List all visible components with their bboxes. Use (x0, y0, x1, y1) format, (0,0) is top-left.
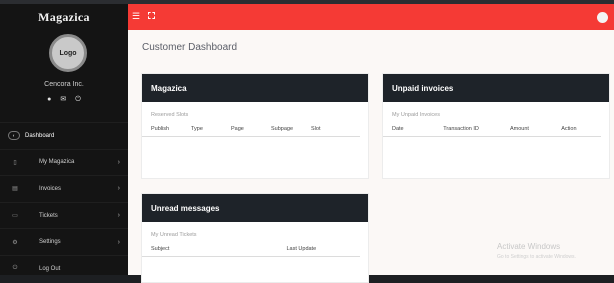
chevron-right-icon: › (117, 158, 120, 166)
mail-icon[interactable]: ✉ (60, 96, 66, 104)
fullscreen-icon[interactable] (148, 12, 155, 19)
unpaid-invoices-card: Unpaid invoices My Unpaid Invoices Date … (382, 73, 610, 179)
card-title: Unpaid invoices (383, 74, 609, 102)
unread-messages-card: Unread messages My Unread Tickets Subjec… (141, 193, 369, 283)
chevron-right-icon: › (117, 185, 120, 193)
table-header: Publish Type Page Subpage Slot (142, 122, 360, 137)
sidebar: Magazica Logo Cencora Inc. ● ✉ ⏻ ◐ Dashb… (0, 4, 128, 275)
sidebar-item-dashboard[interactable]: ◐ Dashboard (0, 122, 128, 149)
column-header[interactable]: Date (392, 126, 443, 132)
table-header: Subject Last Update (142, 242, 360, 257)
brand-name: Magazica (38, 10, 90, 24)
sidebar-item-label: Tickets (39, 212, 58, 219)
column-header[interactable]: Subpage (271, 126, 311, 132)
sidebar-item-label: Invoices (39, 185, 62, 192)
user-avatar[interactable] (597, 12, 608, 23)
ticket-icon: ▭ (12, 213, 18, 220)
column-header[interactable]: Slot (311, 126, 351, 132)
sidebar-item-invoices[interactable]: ▤ Invoices › (0, 175, 128, 202)
sidebar-item-label: Log Out (39, 265, 61, 272)
dashboard-icon: ◐ (8, 131, 20, 141)
sidebar-item-log-out[interactable]: ⏻ Log Out (0, 254, 128, 282)
sidebar-item-label: Dashboard (25, 132, 55, 139)
main-content: Customer Dashboard Magazica Reserved Slo… (128, 30, 614, 283)
column-header[interactable]: Amount (510, 126, 561, 132)
card-subtitle: Reserved Slots (151, 112, 189, 118)
column-header[interactable]: Type (191, 126, 231, 132)
power-icon: ⏻ (12, 265, 18, 272)
column-header[interactable]: Transaction ID (443, 126, 510, 132)
app-frame: Magazica Logo Cencora Inc. ● ✉ ⏻ ◐ Dashb… (0, 0, 614, 283)
table-header: Date Transaction ID Amount Action (383, 122, 601, 137)
card-title: Unread messages (142, 194, 368, 222)
column-header[interactable]: Action (561, 126, 592, 132)
magazica-card: Magazica Reserved Slots Publish Type Pag… (141, 73, 369, 179)
sidebar-item-label: My Magazica (39, 159, 75, 166)
company-logo: Logo (49, 34, 87, 72)
sidebar-item-tickets[interactable]: ▭ Tickets › (0, 201, 128, 229)
card-subtitle: My Unpaid Invoices (392, 112, 440, 118)
invoice-icon: ▤ (12, 186, 18, 193)
hamburger-icon[interactable]: ☰ (132, 12, 140, 21)
activate-windows-title: Activate Windows (497, 242, 561, 251)
page-title: Customer Dashboard (142, 42, 238, 53)
top-bar: ☰ (128, 4, 614, 30)
column-header[interactable]: Last Update (286, 246, 351, 252)
activate-windows-subtitle: Go to Settings to activate Windows. (497, 254, 576, 260)
user-actions: ● ✉ ⏻ (0, 96, 128, 104)
book-icon: ▯ (13, 159, 17, 166)
gear-icon: ⚙ (12, 239, 18, 246)
chevron-right-icon: › (117, 212, 120, 220)
column-header[interactable]: Page (231, 126, 271, 132)
chevron-right-icon: › (117, 238, 120, 246)
sidebar-item-settings[interactable]: ⚙ Settings › (0, 228, 128, 255)
company-name: Cencora Inc. (44, 81, 84, 88)
logo-text: Logo (59, 49, 77, 57)
column-header[interactable]: Publish (151, 126, 191, 132)
sidebar-item-my-magazica[interactable]: ▯ My Magazica › (0, 148, 128, 176)
sidebar-item-label: Settings (39, 239, 61, 246)
sidebar-nav: ◐ Dashboard ▯ My Magazica › ▤ Invoices ›… (0, 122, 128, 282)
status-icon[interactable]: ● (47, 96, 51, 104)
column-header[interactable]: Subject (151, 246, 286, 252)
card-subtitle: My Unread Tickets (151, 232, 197, 238)
power-icon[interactable]: ⏻ (75, 96, 81, 104)
card-title: Magazica (142, 74, 368, 102)
